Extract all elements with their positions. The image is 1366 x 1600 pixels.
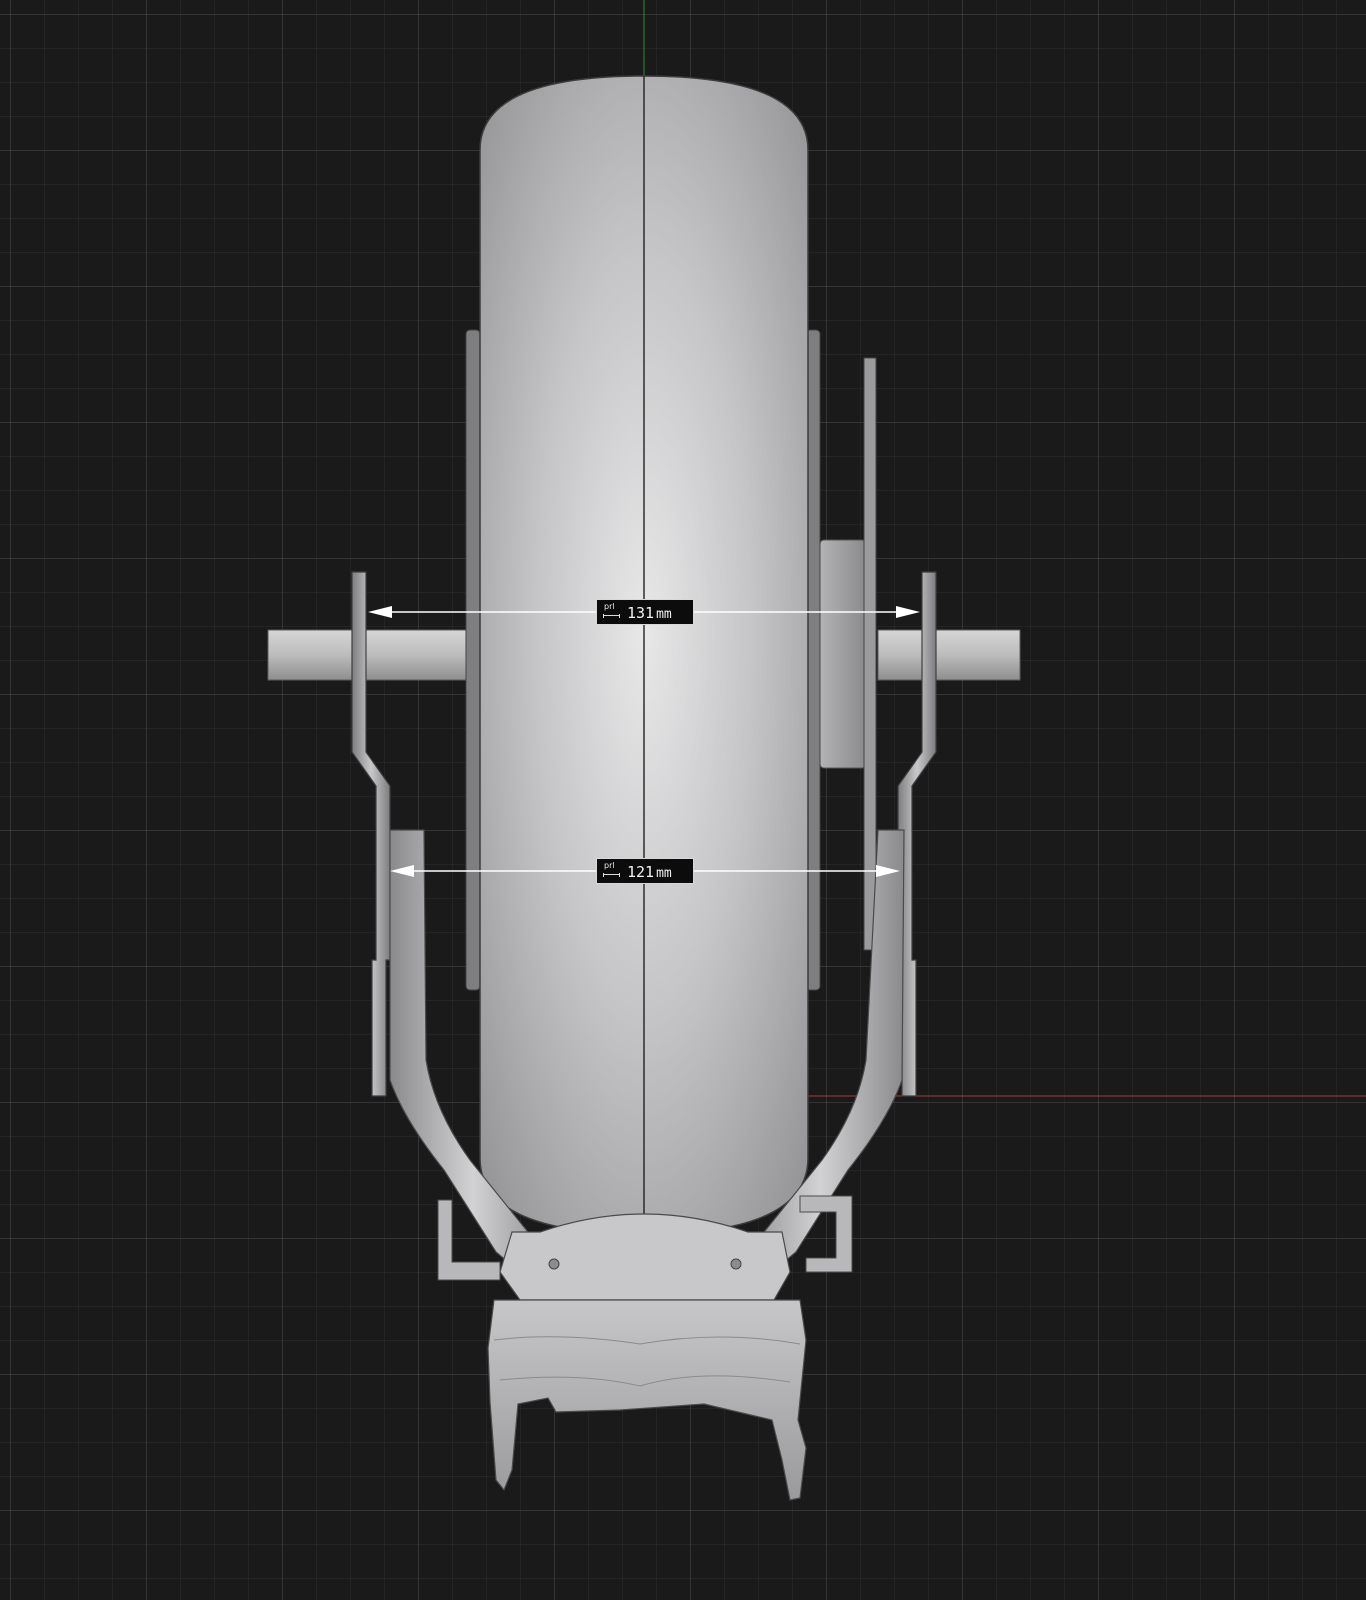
- dimension-unit: mm: [656, 866, 672, 881]
- wheel-hub: [819, 539, 867, 769]
- axle-right: [877, 629, 1021, 681]
- axle-left: [267, 629, 469, 681]
- parallel-dimension-icon: prl: [604, 861, 615, 870]
- parallel-dimension-icon: prl: [604, 602, 615, 611]
- dimension-label-121[interactable]: prl 121 mm: [596, 858, 694, 884]
- dimension-label-131[interactable]: prl 131 mm: [596, 599, 694, 625]
- brake-disc: [863, 357, 877, 951]
- dimension-value: 131: [627, 604, 655, 622]
- parallel-dimension-bar-icon: [603, 614, 620, 618]
- dimension-arrow-left: [368, 606, 392, 618]
- dimension-value: 121: [627, 863, 655, 881]
- parallel-dimension-bar-icon: [603, 873, 620, 877]
- crown-bolt-left: [548, 1258, 560, 1270]
- crown-bolt-right: [730, 1258, 742, 1270]
- model-scene[interactable]: [0, 0, 1366, 1600]
- rim-left: [465, 329, 481, 991]
- dimension-arrow-right: [896, 606, 920, 618]
- 3d-viewport[interactable]: prl 131 mm prl 121 mm: [0, 0, 1366, 1600]
- frame-body: [487, 1299, 807, 1501]
- fork-crown: [499, 1213, 791, 1301]
- dimension-unit: mm: [656, 607, 672, 622]
